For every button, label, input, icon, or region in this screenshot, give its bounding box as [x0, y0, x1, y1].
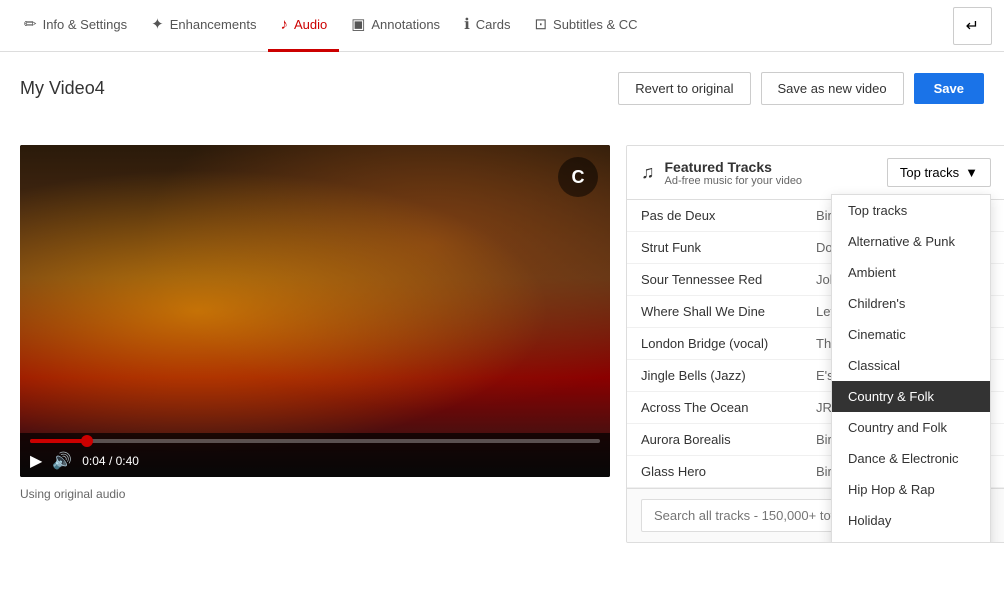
- nav-item-label-audio: Audio: [294, 17, 327, 32]
- tracks-subtitle: Ad-free music for your video: [665, 175, 803, 187]
- nav-item-label-enhancements: Enhancements: [170, 17, 257, 32]
- dropdown-item-country-folk[interactable]: Country & Folk: [832, 381, 990, 412]
- video-container: C ▶ 🔊 0:04 / 0:40: [20, 145, 610, 501]
- nav-item-subtitles[interactable]: ⊡ Subtitles & CC: [522, 0, 649, 52]
- dropdown-item-holiday[interactable]: Holiday: [832, 505, 990, 536]
- progress-bar[interactable]: [30, 439, 600, 443]
- annotations-icon: ▣: [351, 15, 365, 33]
- play-button[interactable]: ▶: [30, 451, 42, 471]
- dropdown-item-jazz-blues[interactable]: Jazz & Blues: [832, 536, 990, 543]
- nav-item-label-subtitles: Subtitles & CC: [553, 17, 638, 32]
- track-name: Strut Funk: [641, 240, 816, 255]
- dropdown-item-alternative-punk[interactable]: Alternative & Punk: [832, 226, 990, 257]
- dropdown-item-dance-electronic[interactable]: Dance & Electronic: [832, 443, 990, 474]
- dropdown-item-hip-hop-rap[interactable]: Hip Hop & Rap: [832, 474, 990, 505]
- nav-item-info-settings[interactable]: ✏ Info & Settings: [12, 0, 139, 52]
- tracks-title-group: Featured Tracks Ad-free music for your v…: [665, 159, 803, 187]
- time-current: 0:04: [82, 454, 105, 468]
- video-art: [20, 145, 610, 477]
- video-player[interactable]: C ▶ 🔊 0:04 / 0:40: [20, 145, 610, 477]
- top-nav: ✏ Info & Settings ✦ Enhancements ♪ Audio ▣ Anno…: [0, 0, 1004, 52]
- dropdown-item-cinematic[interactable]: Cinematic: [832, 319, 990, 350]
- page-title: My Video4: [20, 78, 105, 99]
- main-layout: C ▶ 🔊 0:04 / 0:40: [20, 145, 984, 543]
- info-settings-icon: ✏: [24, 15, 37, 33]
- save-button[interactable]: Save: [914, 73, 984, 104]
- dropdown-item-country-and-folk[interactable]: Country and Folk: [832, 412, 990, 443]
- progress-fill: [30, 439, 87, 443]
- nav-item-enhancements[interactable]: ✦ Enhancements: [139, 0, 268, 52]
- dropdown-item-ambient[interactable]: Ambient: [832, 257, 990, 288]
- dropdown-item-childrens[interactable]: Children's: [832, 288, 990, 319]
- tracks-icon: ♫: [641, 162, 655, 183]
- top-tracks-dropdown-button[interactable]: Top tracks ▼: [887, 158, 991, 187]
- video-controls: ▶ 🔊 0:04 / 0:40: [20, 433, 610, 477]
- enhancements-icon: ✦: [151, 15, 164, 33]
- tracks-title: Featured Tracks: [665, 159, 803, 175]
- header-row: My Video4 Revert to original Save as new…: [20, 72, 984, 125]
- track-name: London Bridge (vocal): [641, 336, 816, 351]
- page-content: My Video4 Revert to original Save as new…: [0, 52, 1004, 543]
- nav-item-cards[interactable]: ℹ Cards: [452, 0, 522, 52]
- tracks-header-left: ♫ Featured Tracks Ad-free music for your…: [641, 159, 802, 187]
- back-button[interactable]: ↵: [953, 7, 992, 45]
- time-display: 0:04 / 0:40: [82, 454, 139, 468]
- track-name: Across The Ocean: [641, 400, 816, 415]
- nav-item-label-cards: Cards: [476, 17, 511, 32]
- track-name: Aurora Borealis: [641, 432, 816, 447]
- dropdown-container: Top tracks ▼ Top tracksAlternative & Pun…: [887, 158, 991, 187]
- dropdown-label: Top tracks: [900, 165, 959, 180]
- time-separator: /: [109, 454, 116, 468]
- subtitles-icon: ⊡: [534, 15, 547, 33]
- time-total: 0:40: [116, 454, 139, 468]
- nav-item-audio[interactable]: ♪ Audio: [268, 0, 339, 52]
- track-name: Glass Hero: [641, 464, 816, 479]
- genre-dropdown-menu: Top tracksAlternative & PunkAmbientChild…: [831, 194, 991, 543]
- nav-item-label-info-settings: Info & Settings: [43, 17, 128, 32]
- video-logo: C: [558, 157, 598, 197]
- nav-item-annotations[interactable]: ▣ Annotations: [339, 0, 452, 52]
- video-status: Using original audio: [20, 487, 610, 501]
- tracks-header: ♫ Featured Tracks Ad-free music for your…: [627, 146, 1004, 200]
- dropdown-item-top-tracks[interactable]: Top tracks: [832, 195, 990, 226]
- track-name: Jingle Bells (Jazz): [641, 368, 816, 383]
- dropdown-item-classical[interactable]: Classical: [832, 350, 990, 381]
- nav-item-label-annotations: Annotations: [371, 17, 440, 32]
- track-name: Sour Tennessee Red: [641, 272, 816, 287]
- dropdown-chevron-icon: ▼: [965, 165, 978, 180]
- tracks-panel: ♫ Featured Tracks Ad-free music for your…: [626, 145, 1004, 543]
- save-as-new-button[interactable]: Save as new video: [761, 72, 904, 105]
- controls-row: ▶ 🔊 0:04 / 0:40: [30, 451, 600, 471]
- volume-button[interactable]: 🔊: [52, 451, 72, 471]
- track-name: Pas de Deux: [641, 208, 816, 223]
- audio-icon: ♪: [280, 16, 288, 33]
- action-buttons: Revert to original Save as new video Sav…: [618, 72, 984, 105]
- track-name: Where Shall We Dine: [641, 304, 816, 319]
- revert-button[interactable]: Revert to original: [618, 72, 750, 105]
- cards-icon: ℹ: [464, 15, 470, 33]
- progress-handle[interactable]: [81, 435, 93, 447]
